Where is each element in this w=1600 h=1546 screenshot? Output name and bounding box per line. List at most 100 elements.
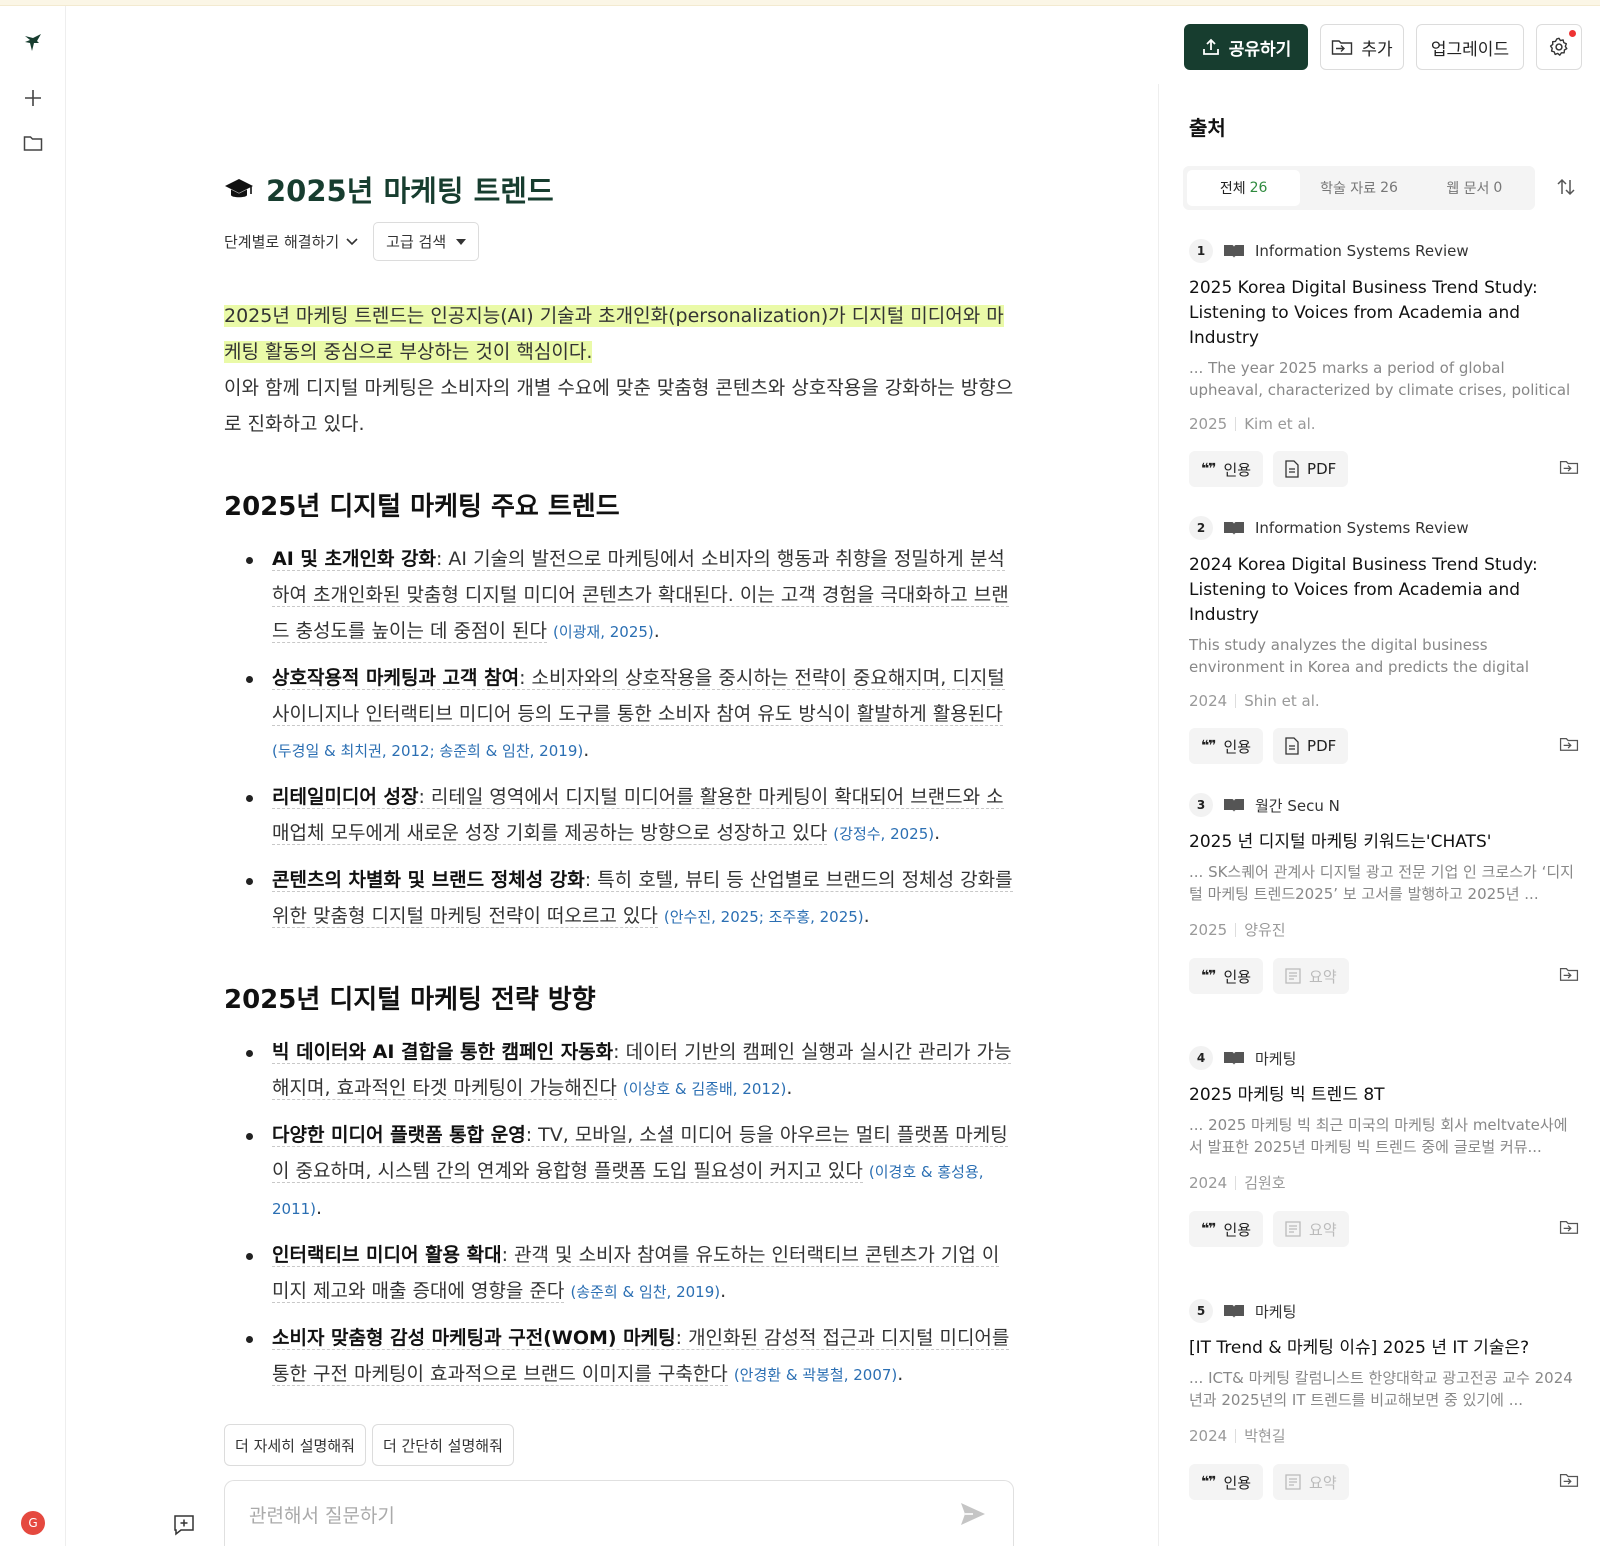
sources-title: 출처: [1189, 116, 1226, 140]
save-to-folder-icon[interactable]: [1559, 1219, 1579, 1239]
citation-link[interactable]: (이광재, 2025): [553, 623, 654, 641]
journal-name: 마케팅: [1255, 1049, 1297, 1068]
source-year: 2024: [1189, 1426, 1228, 1445]
source-authors: Shin et al.: [1244, 692, 1320, 710]
book-icon: [1224, 1052, 1244, 1065]
list-item: AI 및 초개인화 강화: AI 기술의 발전으로 마케팅에서 소비자의 행동과…: [224, 541, 1014, 650]
section-heading-strategy: 2025년 디지털 마케팅 전략 방향: [224, 985, 596, 1015]
suggest-simpler-button[interactable]: 더 간단히 설명해줘: [371, 1424, 514, 1466]
source-card[interactable]: 4 마케팅 2025 마케팅 빅 트렌드 8T ... 2025 마케팅 빅 최근…: [1189, 1045, 1579, 1247]
pdf-button[interactable]: PDF: [1273, 451, 1349, 487]
sort-icon[interactable]: [1555, 176, 1577, 202]
source-number: 3: [1189, 793, 1213, 817]
ask-input[interactable]: [249, 1499, 929, 1533]
source-authors: 박현길: [1244, 1427, 1286, 1445]
new-question-icon[interactable]: [172, 1513, 196, 1541]
source-card[interactable]: 5 마케팅 [IT Trend & 마케팅 이슈] 2025 년 IT 기술은? …: [1189, 1298, 1579, 1500]
journal-name: 마케팅: [1255, 1302, 1297, 1321]
citation-link[interactable]: (강정수, 2025): [833, 825, 934, 843]
source-title[interactable]: 2025 Korea Digital Business Trend Study:…: [1189, 276, 1579, 351]
save-to-folder-icon[interactable]: [1559, 966, 1579, 986]
tab-academic[interactable]: 학술 자료 26: [1302, 170, 1415, 206]
source-authors: 양유진: [1244, 921, 1286, 939]
source-snippet: This study analyzes the digital business…: [1189, 636, 1530, 676]
cite-button[interactable]: ❝❞ 인용: [1189, 958, 1264, 994]
source-title[interactable]: 2025 마케팅 빅 트렌드 8T: [1189, 1083, 1579, 1108]
source-card[interactable]: 1 Information Systems Review 2025 Korea D…: [1189, 238, 1579, 487]
citation-link[interactable]: (안경환 & 곽봉철, 2007): [734, 1366, 897, 1384]
cite-button[interactable]: ❝❞ 인용: [1189, 1211, 1264, 1247]
source-card[interactable]: 3 월간 Secu N 2025 년 디지털 마케팅 키워드는'CHATS' ..…: [1189, 792, 1579, 994]
quote-icon: ❝❞: [1201, 968, 1216, 984]
tab-all[interactable]: 전체 26: [1187, 170, 1301, 206]
add-to-folder-icon: [1332, 40, 1353, 55]
save-to-folder-icon[interactable]: [1559, 1472, 1579, 1492]
item-bold: AI 및 초개인화 강화: [272, 548, 436, 570]
summary-icon: [1285, 968, 1301, 984]
mode-label: 단계별로 해결하기: [224, 233, 340, 251]
strategy-list: 빅 데이터와 AI 결합을 통한 캠페인 자동화: 데이터 기반의 캠페인 실행…: [224, 1034, 1014, 1393]
cite-label: 인용: [1223, 1473, 1252, 1492]
cite-button[interactable]: ❝❞ 인용: [1189, 451, 1264, 487]
new-chat-plus-icon[interactable]: [16, 81, 50, 115]
source-card[interactable]: 2 Information Systems Review 2024 Korea D…: [1189, 515, 1579, 764]
save-to-folder-icon[interactable]: [1559, 736, 1579, 756]
left-rail: [0, 6, 66, 1546]
mode-dropdown[interactable]: 단계별로 해결하기: [224, 231, 359, 252]
quote-icon: ❝❞: [1201, 1221, 1216, 1237]
summary-button[interactable]: 요약: [1273, 1464, 1349, 1500]
source-snippet: ... 2025 마케팅 빅 최근 미국의 마케팅 회사 meltvate사에서…: [1189, 1116, 1568, 1156]
summary-label: 요약: [1309, 1473, 1337, 1492]
item-bold: 다양한 미디어 플랫폼 통합 운영: [272, 1124, 526, 1146]
sources-panel: 출처 전체 26 학술 자료 26 웹 문서 0 1 Information Syste…: [1158, 84, 1600, 1546]
cite-button[interactable]: ❝❞ 인용: [1189, 1464, 1264, 1500]
avatar[interactable]: G: [21, 1511, 45, 1535]
source-title[interactable]: 2024 Korea Digital Business Trend Study:…: [1189, 553, 1579, 628]
settings-button[interactable]: [1536, 24, 1582, 70]
source-number: 4: [1189, 1046, 1213, 1070]
add-label: 추가: [1361, 39, 1393, 60]
send-icon: [961, 1503, 985, 1525]
source-title[interactable]: [IT Trend & 마케팅 이슈] 2025 년 IT 기술은?: [1189, 1336, 1579, 1361]
summary-button[interactable]: 요약: [1273, 958, 1349, 994]
document-icon: [1285, 460, 1299, 478]
item-bold: 상호작용적 마케팅과 고객 참여: [272, 667, 520, 689]
citation-link[interactable]: (이상호 & 김종배, 2012): [623, 1080, 786, 1098]
summary-button[interactable]: 요약: [1273, 1211, 1349, 1247]
share-label: 공유하기: [1228, 39, 1292, 60]
upgrade-button[interactable]: 업그레이드: [1416, 24, 1524, 70]
journal-name: 월간 Secu N: [1255, 796, 1340, 815]
pdf-button[interactable]: PDF: [1273, 728, 1349, 764]
save-to-folder-icon[interactable]: [1559, 459, 1579, 479]
journal-name: Information Systems Review: [1255, 242, 1469, 260]
list-item: 상호작용적 마케팅과 고객 참여: 소비자와의 상호작용을 중시하는 전략이 중…: [224, 660, 1014, 769]
source-title[interactable]: 2025 년 디지털 마케팅 키워드는'CHATS': [1189, 830, 1579, 855]
source-year: 2024: [1189, 692, 1228, 710]
send-button[interactable]: [959, 1501, 987, 1531]
folder-icon[interactable]: [16, 126, 50, 160]
cite-label: 인용: [1223, 460, 1252, 479]
advanced-search-dropdown[interactable]: 고급 검색: [373, 222, 480, 261]
tab-count: 26: [1380, 180, 1398, 196]
citation-link[interactable]: (두경일 & 최치권, 2012; 송준희 & 임찬, 2019): [272, 742, 583, 760]
list-item: 빅 데이터와 AI 결합을 통한 캠페인 자동화: 데이터 기반의 캠페인 실행…: [224, 1034, 1014, 1107]
tab-web[interactable]: 웹 문서 0: [1418, 170, 1531, 206]
tab-label: 전체: [1219, 181, 1246, 197]
intro-highlight: 2025년 마케팅 트렌드는 인공지능(AI) 기술과 초개인화(persona…: [224, 305, 1004, 363]
source-snippet: ... ICT& 마케팅 칼럼니스트 한양대학교 광고전공 교수 2024년과 …: [1189, 1369, 1573, 1409]
suggest-more-detail-button[interactable]: 더 자세히 설명해줘: [224, 1424, 366, 1466]
source-number: 1: [1189, 239, 1213, 263]
share-button[interactable]: 공유하기: [1184, 24, 1308, 70]
source-authors: 김원호: [1244, 1174, 1286, 1192]
cite-button[interactable]: ❝❞ 인용: [1189, 728, 1264, 764]
citation-link[interactable]: (안수진, 2025; 조주홍, 2025): [664, 908, 864, 926]
avatar-initial: G: [28, 1516, 38, 1530]
citation-link[interactable]: (송준희 & 임찬, 2019): [570, 1283, 720, 1301]
add-button[interactable]: 추가: [1320, 24, 1404, 70]
source-snippet: ... The year 2025 marks a period of glob…: [1189, 359, 1571, 399]
summary-label: 요약: [1309, 967, 1337, 986]
app-logo-icon[interactable]: [16, 26, 50, 60]
document-icon: [1285, 737, 1299, 755]
item-bold: 빅 데이터와 AI 결합을 통한 캠페인 자동화: [272, 1041, 614, 1063]
pdf-label: PDF: [1307, 460, 1337, 478]
